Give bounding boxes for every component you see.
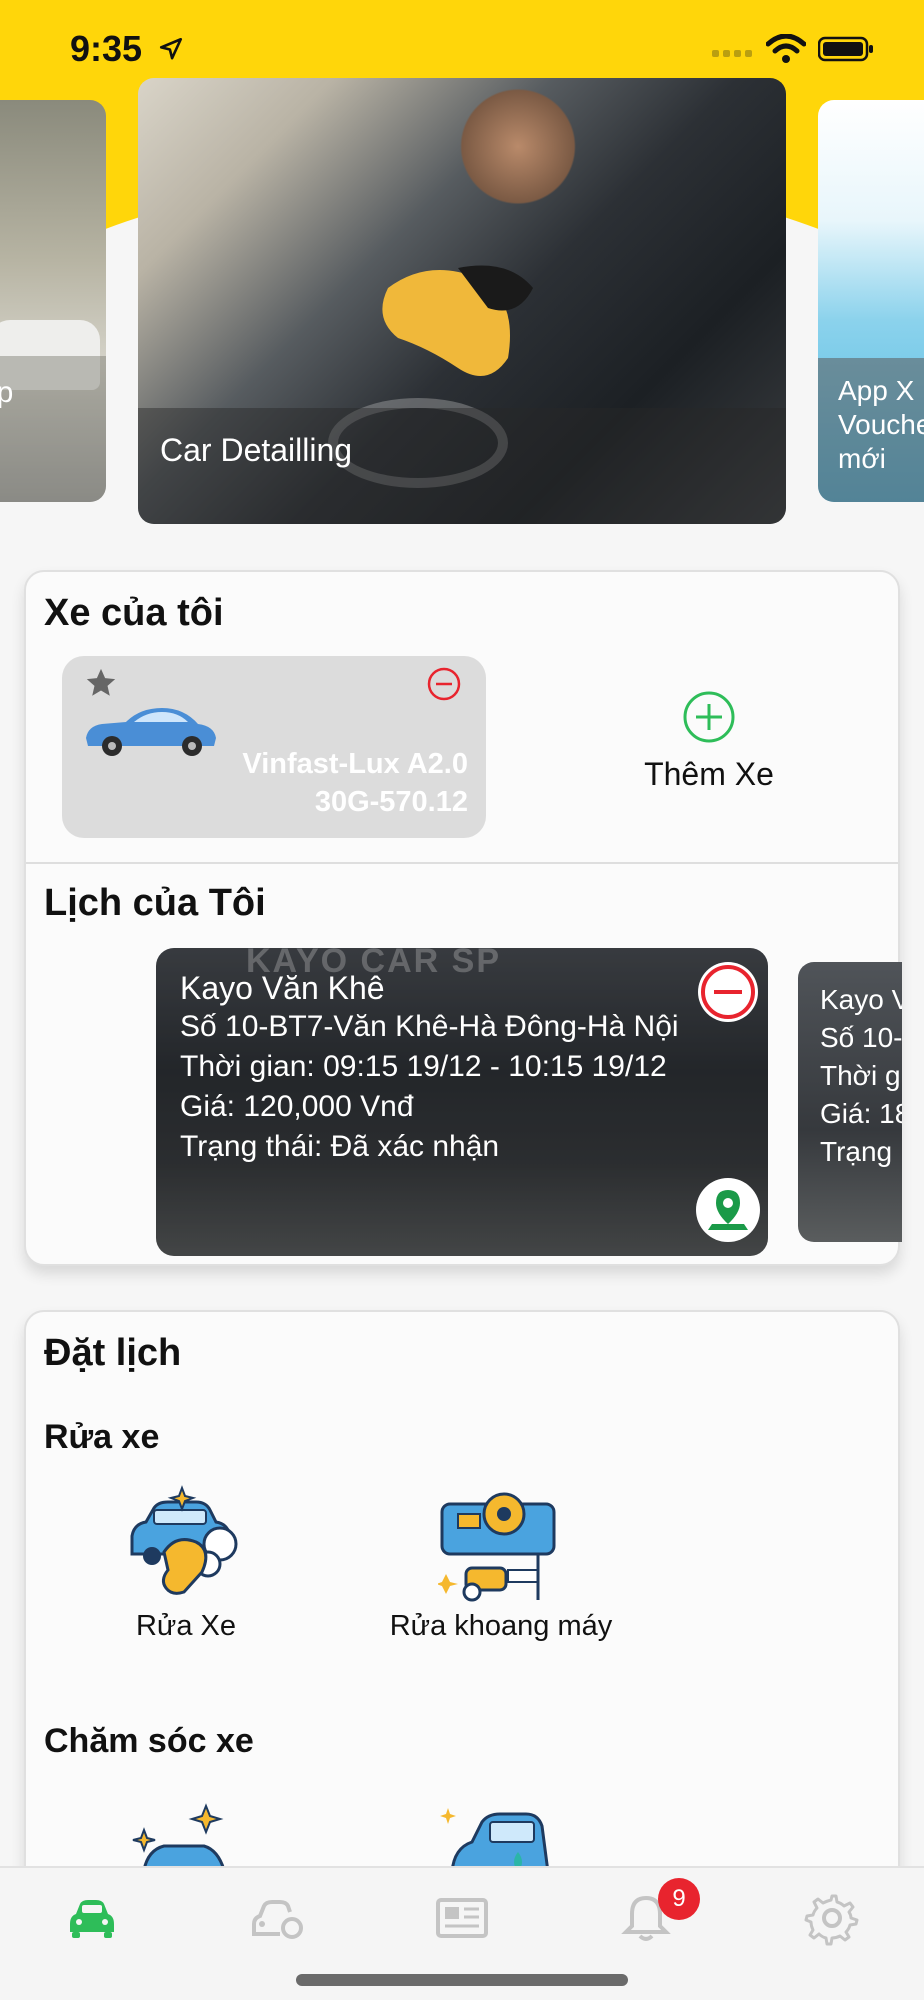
star-icon[interactable] (84, 666, 118, 700)
wifi-icon (766, 34, 806, 63)
my-cars-title: Xe của tôi (44, 592, 224, 634)
banner-caption: ep (0, 356, 106, 502)
my-schedule-title: Lịch của Tôi (44, 882, 266, 924)
cellular-signal-icon (712, 50, 754, 60)
appointment-address: Số 10- (820, 1022, 902, 1053)
car-tile[interactable]: Vinfast-Lux A2.0 30G-570.12 (62, 656, 486, 838)
add-car-icon[interactable] (682, 690, 736, 744)
divider (26, 862, 898, 864)
banner-caption-line: mới (838, 443, 886, 474)
banner-left[interactable]: ep (0, 100, 106, 502)
banner-caption-text: Car Detailling (160, 432, 353, 468)
appointment-time: Thời gian: 09:15 19/12 - 10:15 19/12 (180, 1050, 667, 1083)
appointment-card[interactable]: KAYO CAR SP Kayo Văn Khê Số 10-BT7-Văn K… (156, 948, 768, 1256)
booking-title: Đặt lịch (44, 1332, 182, 1374)
appointment-status: Trạng thái: Đã xác nhận (180, 1130, 500, 1163)
cancel-appointment-icon[interactable] (696, 960, 760, 1024)
banner-caption-line: App X (838, 375, 915, 406)
appointment-shop-name: Kayo Văn Khê (180, 970, 385, 1006)
blue-car-icon (86, 708, 216, 756)
news-tab-icon[interactable] (434, 1890, 490, 1946)
car-plate: 30G-570.12 (314, 786, 468, 818)
care-section-title: Chăm sóc xe (44, 1722, 254, 1760)
wash-section-title: Rửa xe (44, 1418, 160, 1456)
banner-caption-text: App X Vouche mới (838, 374, 924, 476)
location-arrow-icon (159, 37, 183, 60)
banner-caption: App X Vouche mới (818, 358, 924, 502)
garage-tab-icon[interactable] (250, 1890, 306, 1946)
appointment-price: Giá: 120,000 Vnđ (180, 1090, 414, 1123)
car-tab-icon[interactable] (64, 1890, 120, 1946)
app-screen: 9:35 ep Car Detailling (0, 0, 924, 2000)
tab-bar: 9 (0, 1866, 924, 2000)
home-indicator (296, 1974, 628, 1986)
appointment-address: Số 10-BT7-Văn Khê-Hà Đông-Hà Nội (180, 1010, 679, 1043)
appointment-status: Trạng (820, 1136, 893, 1167)
my-cars-card: Xe của tôi Vinfast-Lux A2.0 30G-570.12 T… (24, 570, 902, 1266)
status-time: 9:35 (70, 28, 143, 69)
banner-car-detailing[interactable]: Car Detailling (138, 78, 786, 524)
appointment-price: Giá: 18 (820, 1098, 902, 1129)
engine-wash-label[interactable]: Rửa khoang máy (356, 1610, 646, 1643)
engine-wash-icon[interactable] (438, 1484, 558, 1604)
banner-right[interactable]: App X Vouche mới (818, 100, 924, 502)
appointment-shop-name: Kayo V (820, 984, 902, 1015)
appointment-time: Thời g (820, 1060, 901, 1091)
appointment-card-next[interactable]: Kayo V Số 10- Thời g Giá: 18 Trạng (798, 962, 902, 1242)
add-car-button[interactable]: Thêm Xe (586, 756, 832, 793)
notification-badge: 9 (658, 1878, 700, 1920)
car-wash-icon[interactable] (124, 1484, 244, 1604)
banner-caption: Car Detailling (138, 408, 786, 524)
gear-tab-icon[interactable] (804, 1890, 860, 1946)
banner-caption-text: ep (0, 376, 14, 409)
map-pin-icon[interactable] (696, 1178, 760, 1242)
banner-caption-line: Vouche (838, 409, 924, 440)
polishing-cloth-image (382, 265, 533, 376)
person-photo (458, 88, 578, 218)
battery-icon (818, 36, 873, 62)
car-wash-label[interactable]: Rửa Xe (86, 1610, 286, 1643)
remove-car-icon[interactable] (426, 666, 462, 702)
car-name: Vinfast-Lux A2.0 (242, 748, 468, 780)
